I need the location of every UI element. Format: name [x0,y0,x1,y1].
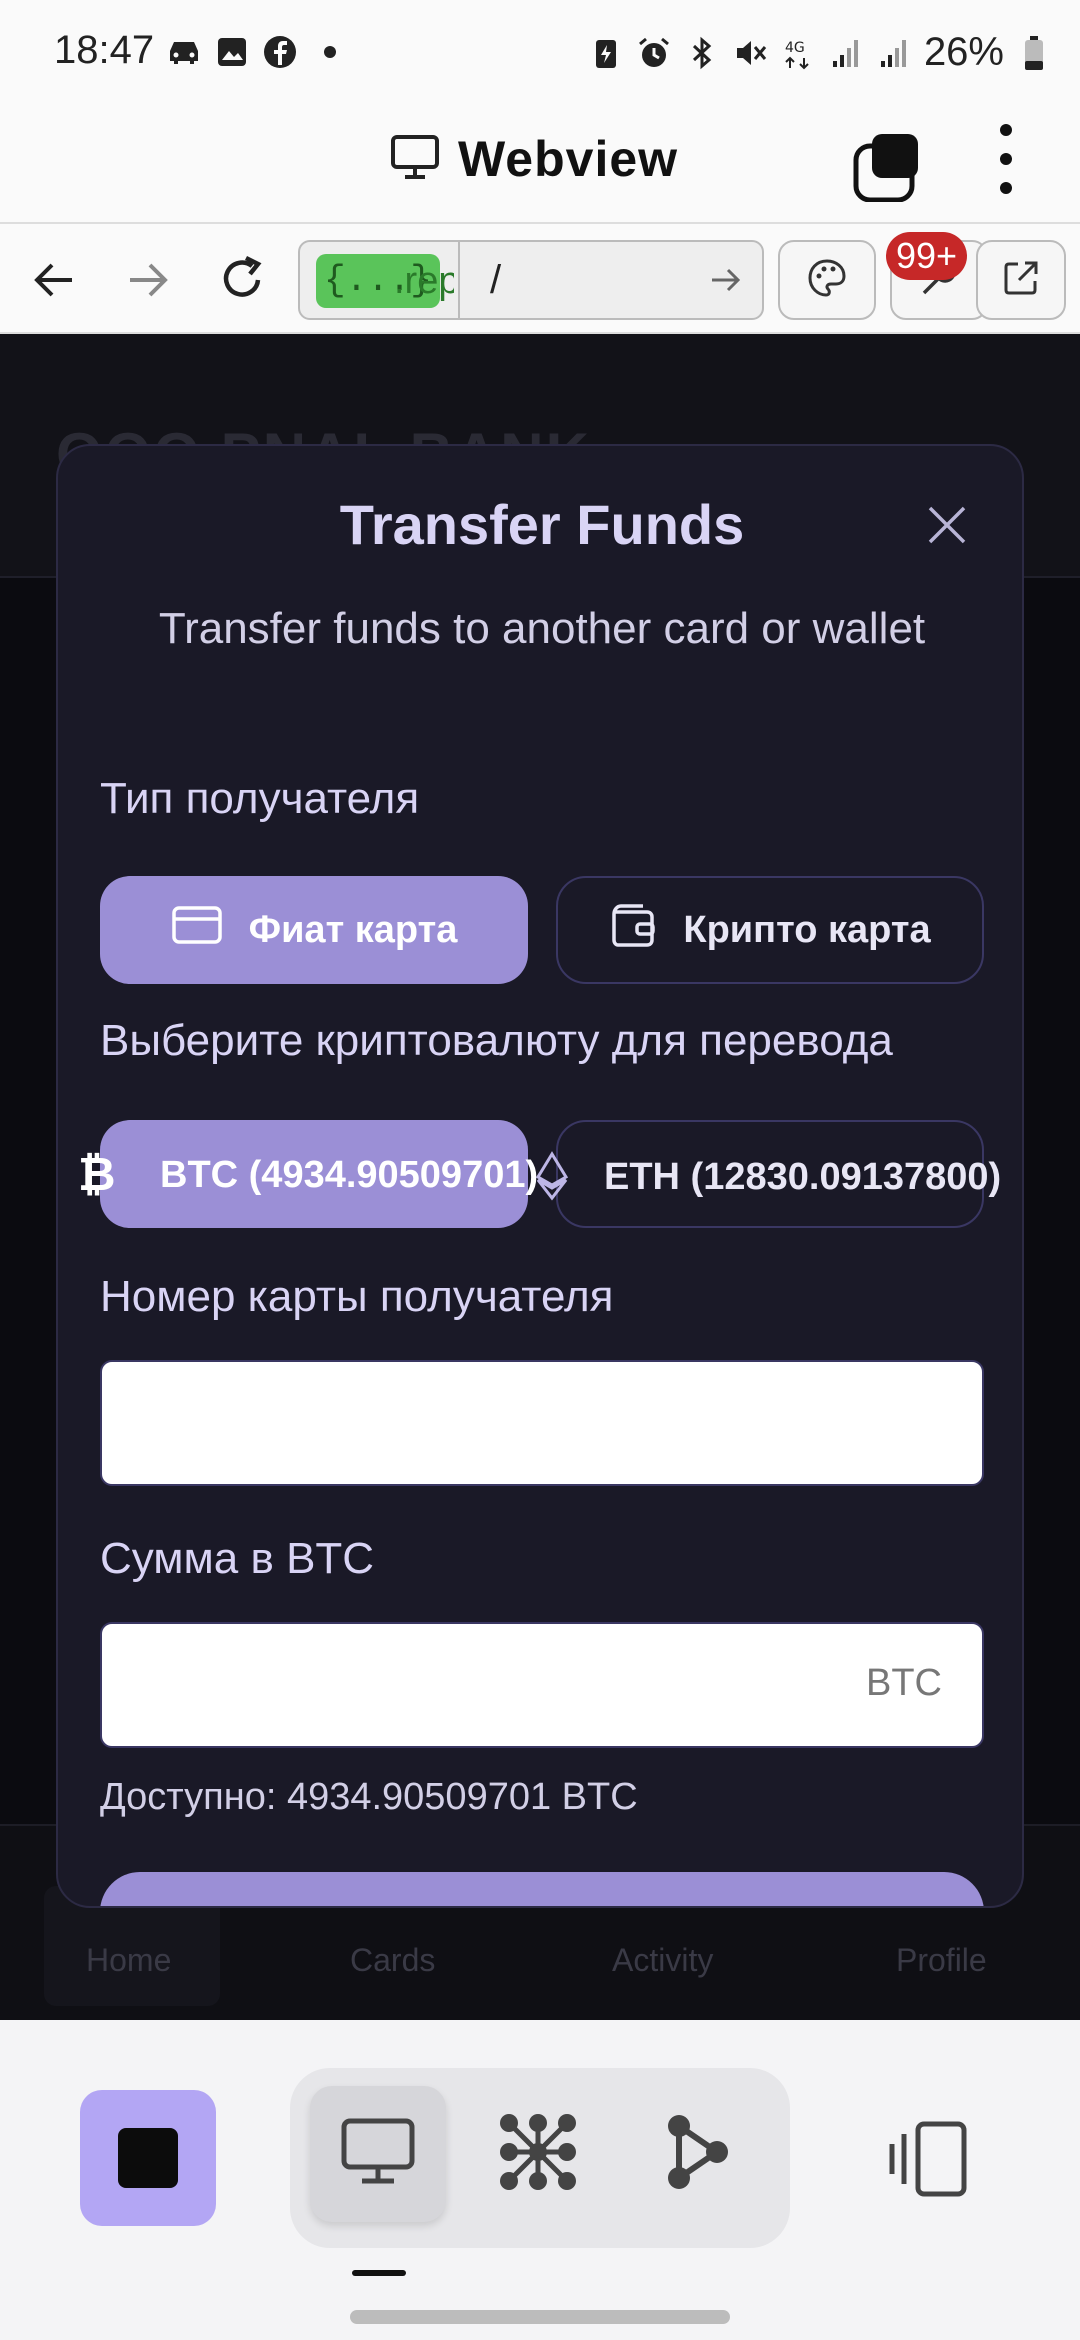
svg-text:₿: ₿ [78,1148,116,1200]
url-divider [458,242,460,318]
grid-nodes-button[interactable] [470,2086,606,2222]
battery-percentage: 26% [923,30,1004,74]
amount-label: Сумма в BTC [100,1534,375,1583]
crypto-card-option[interactable]: Крипто карта [556,876,984,984]
active-indicator [352,2270,406,2276]
share-nodes-button[interactable] [630,2086,766,2222]
credit-card-icon [171,905,223,955]
signal-icon [828,35,864,71]
fiat-card-option[interactable]: Фиат карта [100,876,528,984]
facebook-icon [262,34,298,70]
nav-cards[interactable]: Cards [350,1942,435,1979]
monitor-mode-button[interactable] [310,2086,446,2222]
signal-icon [876,35,912,71]
nav-profile[interactable]: Profile [896,1942,987,1979]
amount-input[interactable]: BTC [100,1622,984,1748]
monitor-icon [390,134,440,185]
car-icon [166,34,202,70]
image-icon [214,34,250,70]
close-icon[interactable] [924,502,970,548]
status-bar: 18:47 4G 26% [0,0,1080,112]
dot-icon [324,46,336,58]
tabs-icon[interactable] [852,132,922,203]
currency-btc-label: BTC (4934.90509701) [160,1154,539,1196]
status-notification-icons [166,34,336,70]
url-path-input[interactable]: / [490,252,501,308]
wallet-icon [609,902,657,958]
recipient-type-label: Тип получателя [100,774,420,823]
external-link-button[interactable] [976,240,1066,320]
amount-currency-suffix: BTC [866,1662,942,1704]
battery-saver-icon [588,35,624,71]
status-system-icons: 4G 26% [588,30,1052,75]
card-number-label: Номер карты получателя [100,1272,614,1321]
available-balance: Доступно: 4934.90509701 BTC [100,1776,638,1818]
stop-icon [118,2128,178,2188]
transfer-modal: Transfer Funds Transfer funds to another… [56,444,1024,1908]
view-mode-group [290,2068,790,2248]
external-link-icon [1001,258,1041,303]
bluetooth-icon [684,35,720,71]
currency-eth-label: ETH (12830.09137800) [604,1156,1002,1198]
share-nodes-icon [663,2112,733,2197]
reload-icon[interactable] [214,252,270,308]
nav-home[interactable]: Home [86,1942,171,1979]
notification-count-badge: 99+ [886,232,968,280]
url-field[interactable]: {...} .rep / [298,240,764,320]
modal-subtitle: Transfer funds to another card or wallet [158,604,926,653]
currency-option-btc[interactable]: ₿ BTC (4934.90509701) [78,1120,538,1228]
app-title-group: Webview [390,130,678,188]
bitcoin-icon: ₿ [76,1147,116,1201]
monitor-icon [340,2117,416,2192]
stop-button[interactable] [80,2090,216,2226]
svg-text:4G: 4G [785,40,805,56]
nav-activity[interactable]: Activity [612,1942,713,1979]
crypto-card-label: Крипто карта [683,908,931,951]
submit-transfer-button[interactable] [100,1872,984,1906]
currency-label: Выберите криптовалюту для перевода [100,1016,893,1065]
go-arrow-icon[interactable] [706,260,746,300]
app-title: Webview [458,131,679,187]
status-time: 18:47 [54,28,155,72]
grid-nodes-icon [495,2109,581,2200]
url-host: .rep [394,260,454,302]
browser-toolbar: {...} .rep / 99+ [0,222,1080,334]
gesture-navigation-bar[interactable] [350,2310,730,2324]
palette-button[interactable] [778,240,876,320]
4g-icon: 4G [780,35,816,71]
fiat-card-label: Фиат карта [248,908,458,951]
webview-bottom-toolbar [0,2020,1080,2340]
mute-icon [732,35,768,71]
modal-title: Transfer Funds [339,493,745,556]
more-vert-icon[interactable] [998,124,1014,194]
ethereum-icon [532,1150,572,1202]
side-panel-icon[interactable] [888,2116,974,2202]
forward-icon[interactable] [120,252,176,308]
card-number-input[interactable] [100,1360,984,1486]
back-icon[interactable] [26,252,82,308]
app-header: Webview [0,112,1080,222]
battery-icon [1016,35,1052,71]
alarm-icon [636,35,672,71]
palette-icon [806,257,848,304]
currency-option-eth[interactable]: ETH (12830.09137800) [535,1120,1001,1228]
webpage-viewport: OOO PNAL BANK Home Cards Activity Profil… [0,334,1080,2020]
